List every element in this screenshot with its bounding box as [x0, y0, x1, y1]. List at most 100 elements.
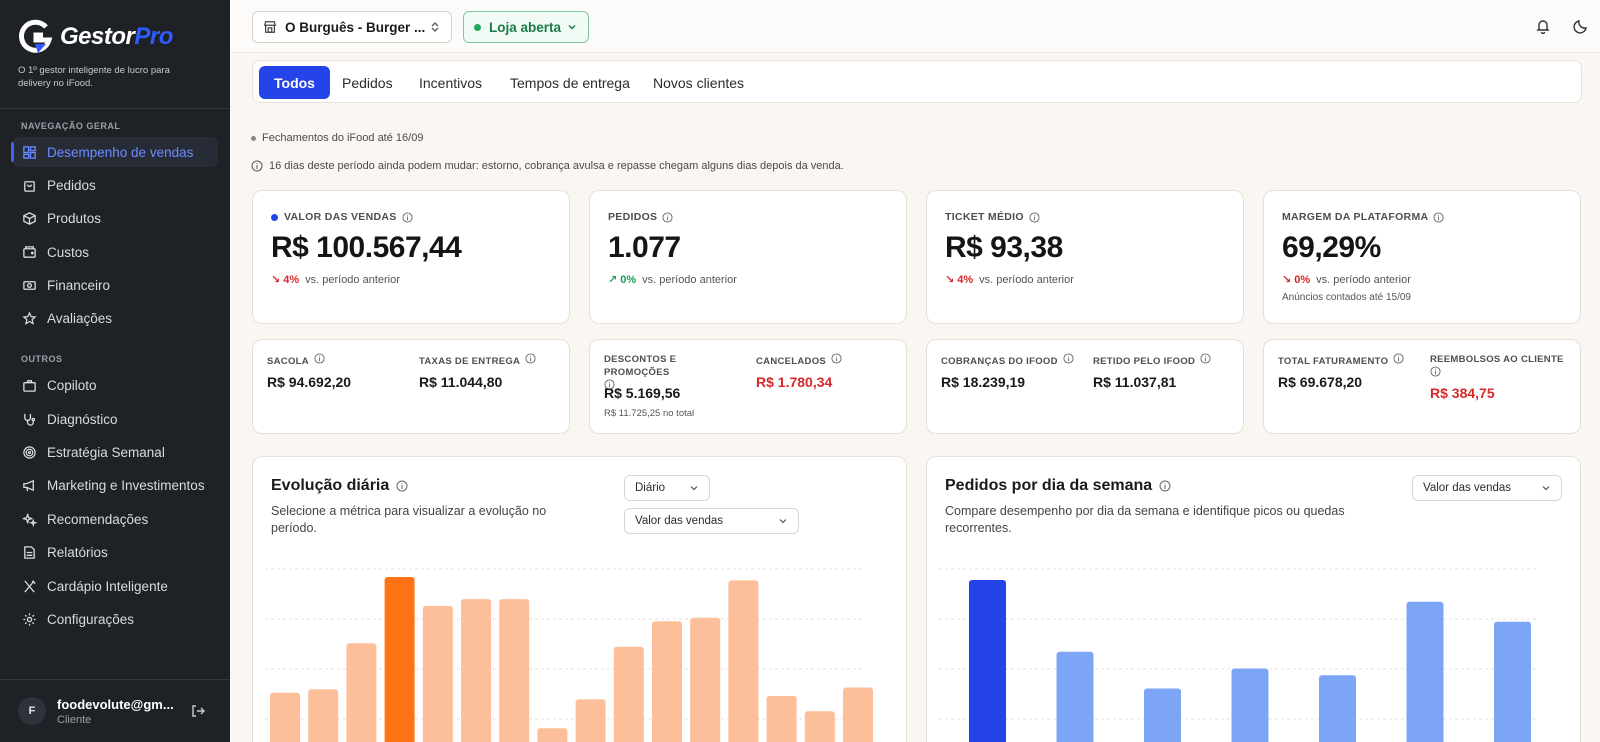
sidebar-item-label: Diagnóstico [47, 411, 118, 427]
kpi-label-text: TICKET MÉDIO [945, 211, 1024, 223]
sidebar-item-recomendacoes[interactable]: Recomendações [12, 504, 218, 534]
subcard-cobrancas-retido: COBRANÇAS DO IFOOD R$ 18.239,19 RETIDO P… [926, 339, 1244, 434]
chart-bar[interactable] [422, 605, 453, 742]
sidebar-item-financeiro[interactable]: Financeiro [12, 270, 218, 300]
chart-bar[interactable] [1494, 621, 1531, 742]
chart-bar[interactable] [537, 728, 568, 742]
kpi-delta: ↘ 0% vs. período anterior [1282, 273, 1411, 287]
sidebar-item-estrategia[interactable]: Estratégia Semanal [12, 437, 218, 467]
kpi-label-text: VALOR DAS VENDAS [284, 211, 397, 223]
subcard-label: SACOLA [267, 353, 325, 368]
chart-bar[interactable] [384, 577, 415, 742]
box-icon [23, 211, 36, 225]
sidebar-item-marketing[interactable]: Marketing e Investimentos [12, 470, 218, 500]
info-icon[interactable] [314, 353, 325, 364]
chart-bar[interactable] [1406, 601, 1444, 742]
subcard-label-text: SACOLA [267, 356, 309, 367]
arrow-down-right-icon: ↘ [1282, 274, 1292, 286]
store-selector[interactable]: O Burguês - Burger ... [252, 11, 452, 43]
kpi-delta: ↘ 4% vs. período anterior [271, 273, 400, 287]
chart-bar[interactable] [1056, 651, 1094, 742]
subcard-label: RETIDO PELO IFOOD [1093, 353, 1211, 368]
chart-bar[interactable] [346, 643, 377, 742]
kpi-delta-value: 0% [620, 273, 637, 286]
info-icon[interactable] [1063, 353, 1074, 364]
chart-bar[interactable] [969, 580, 1006, 742]
daily-bar-chart [265, 568, 873, 742]
logout-icon[interactable] [190, 703, 206, 719]
chart-bar[interactable] [1319, 675, 1356, 742]
info-icon[interactable] [1430, 366, 1441, 377]
sidebar-item-cardapio[interactable]: Cardápio Inteligente [12, 571, 218, 601]
kpi-card-sales: VALOR DAS VENDAS R$ 100.567,44 ↘ 4% vs. pe… [252, 190, 570, 324]
bell-icon[interactable] [1535, 18, 1551, 34]
brand[interactable]: GestorPro [16, 18, 173, 56]
subcard-label-text: REEMBOLSOS AO CLIENTE [1430, 354, 1564, 365]
sidebar-item-label: Cardápio Inteligente [47, 578, 168, 594]
subcard-label-text: TAXAS DE ENTREGA [419, 356, 521, 367]
sidebar-item-produtos[interactable]: Produtos [12, 203, 218, 233]
store-status-dropdown[interactable]: Loja aberta [463, 11, 589, 43]
sidebar-item-pedidos[interactable]: Pedidos [12, 170, 218, 200]
chart-bar[interactable] [575, 699, 606, 742]
store-name: O Burguês - Burger ... [285, 19, 426, 35]
chart-bar[interactable] [728, 580, 759, 742]
chart-bar[interactable] [652, 621, 682, 742]
closing-note: Fechamentos do iFood até 16/09 [251, 132, 423, 144]
kpi-card-ticket: TICKET MÉDIO R$ 93,38 ↘ 4% vs. período ant… [926, 190, 1244, 324]
tab-novos-clientes[interactable]: Novos clientes [638, 66, 759, 99]
weekday-bar-chart [939, 568, 1539, 742]
info-icon[interactable] [1200, 353, 1211, 364]
kpi-compare: vs. período anterior [979, 273, 1074, 286]
chart-bar[interactable] [499, 599, 530, 742]
tab-incentivos[interactable]: Incentivos [404, 66, 497, 99]
kpi-delta-value: 4% [283, 273, 300, 286]
sidebar-item-copiloto[interactable]: Copiloto [12, 370, 218, 400]
briefcase-icon [23, 379, 36, 392]
arrow-down-right-icon: ↘ [271, 274, 281, 286]
sidebar-item-label: Copiloto [47, 377, 97, 393]
chart-bar[interactable] [766, 696, 797, 742]
subcard-value: R$ 18.239,19 [941, 374, 1026, 390]
tab-pedidos[interactable]: Pedidos [327, 66, 408, 99]
info-icon[interactable] [662, 211, 673, 223]
chart-bar[interactable] [1231, 668, 1269, 742]
topbar: O Burguês - Burger ... Loja aberta [230, 0, 1600, 53]
sidebar-item-configuracoes[interactable]: Configurações [12, 604, 218, 634]
sidebar-item-diagnostico[interactable]: Diagnóstico [12, 404, 218, 434]
kpi-value: R$ 93,38 [945, 231, 1063, 264]
chart-bar[interactable] [270, 692, 300, 742]
tab-todos[interactable]: Todos [259, 66, 330, 99]
info-icon[interactable] [525, 353, 536, 364]
dashboard-icon [23, 145, 36, 159]
info-icon[interactable] [831, 353, 842, 364]
subcard-value: R$ 11.037,81 [1093, 374, 1177, 390]
sidebar-item-relatorios[interactable]: Relatórios [12, 537, 218, 567]
sparkles-icon [22, 513, 37, 527]
tab-tempos-de-entrega[interactable]: Tempos de entrega [495, 66, 645, 99]
logo-icon [19, 19, 53, 53]
chart-bar[interactable] [613, 646, 644, 742]
sidebar-item-label: Relatórios [47, 544, 108, 560]
kpi-label-text: MARGEM DA PLATAFORMA [1282, 211, 1429, 223]
chart-bar[interactable] [690, 617, 721, 742]
info-icon[interactable] [402, 211, 413, 223]
info-icon[interactable] [1433, 211, 1444, 223]
avatar[interactable]: F [18, 697, 46, 725]
chart-bar[interactable] [804, 711, 835, 742]
sidebar-item-label: Produtos [47, 210, 102, 226]
sidebar-item-avaliacoes[interactable]: Avaliações [12, 303, 218, 333]
chart-bar[interactable] [308, 689, 339, 742]
info-icon[interactable] [1029, 211, 1040, 223]
sidebar-item-desempenho[interactable]: Desempenho de vendas [11, 137, 218, 167]
target-icon [23, 445, 36, 459]
stethoscope-icon [24, 413, 36, 426]
sidebar-item-custos[interactable]: Custos [12, 237, 218, 267]
wallet-icon [23, 245, 36, 258]
moon-icon[interactable] [1573, 18, 1589, 34]
chart-bar[interactable] [461, 599, 491, 742]
info-icon[interactable] [1393, 353, 1404, 364]
subcard-descontos-cancelados: DESCONTOS E PROMOÇÕES R$ 5.169,56 R$ 11.… [589, 339, 907, 434]
chart-bar[interactable] [843, 687, 873, 742]
chart-bar[interactable] [1144, 688, 1181, 742]
